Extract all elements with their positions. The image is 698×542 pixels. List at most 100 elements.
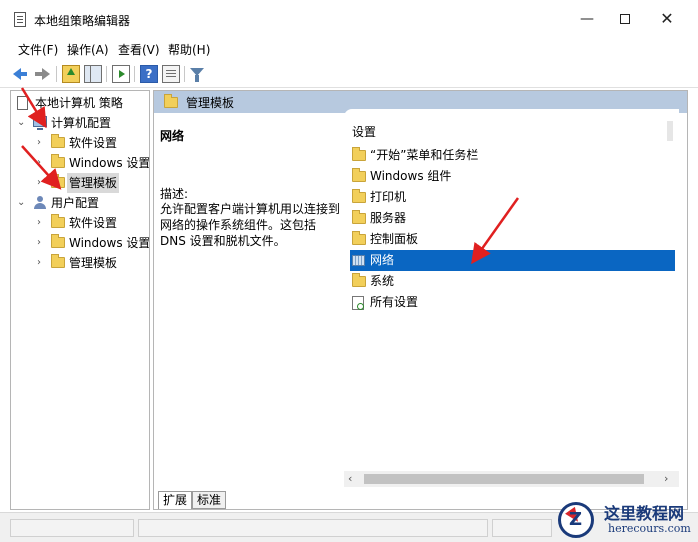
maximize-icon <box>620 14 630 24</box>
collapse-chevron-icon[interactable]: › <box>37 233 47 253</box>
status-segment <box>10 519 134 537</box>
toolbar-separator <box>56 66 57 82</box>
watermark-logo-letter: Z <box>569 509 583 530</box>
tree-item-label: Windows 设置 <box>69 156 150 170</box>
policy-document-icon <box>17 96 28 110</box>
collapse-chevron-icon[interactable]: › <box>37 173 47 193</box>
tab-standard[interactable]: 标准 <box>192 491 227 509</box>
list-item-system[interactable]: 系统 <box>350 271 675 292</box>
pane-header-title: 管理模板 <box>186 96 235 110</box>
tree-item-label: 软件设置 <box>69 216 118 230</box>
filter-icon[interactable] <box>190 68 204 82</box>
folder-icon <box>164 94 178 108</box>
folder-icon <box>352 168 366 182</box>
list-item-label: 系统 <box>370 274 395 288</box>
document-icon <box>14 12 26 27</box>
folder-icon <box>51 154 65 168</box>
column-header-settings[interactable]: 设置 <box>352 123 376 140</box>
horizontal-scroll-thumb[interactable] <box>364 474 644 484</box>
export-list-icon[interactable] <box>112 65 130 83</box>
title-bar: 本地组策略编辑器 — ✕ <box>0 0 698 38</box>
list-item-label: 网络 <box>370 253 395 267</box>
list-item-label: 打印机 <box>370 190 407 204</box>
list-item-start-menu[interactable]: “开始”菜单和任务栏 <box>350 145 675 166</box>
vertical-scroll-thumb[interactable] <box>667 121 673 141</box>
expand-chevron-icon[interactable]: ⌄ <box>17 193 27 213</box>
tree-item-label: 软件设置 <box>69 136 118 150</box>
help-icon[interactable]: ? <box>140 65 158 83</box>
list-item-network[interactable]: 网络 <box>350 250 675 271</box>
minimize-button[interactable]: — <box>572 8 602 30</box>
list-item-label: 所有设置 <box>370 295 419 309</box>
watermark-title: 这里教程网 <box>604 504 685 523</box>
scroll-left-icon[interactable]: ‹ <box>348 472 352 485</box>
folder-icon <box>352 210 366 224</box>
tree-item-windows-settings[interactable]: › Windows 设置 <box>15 153 149 173</box>
window-title: 本地组策略编辑器 <box>34 14 131 28</box>
description-title: 网络 <box>160 129 185 143</box>
toolbar-separator <box>106 66 107 82</box>
tree-item-admin-templates[interactable]: › 管理模板 <box>15 173 149 193</box>
folder-icon <box>352 189 366 203</box>
menu-view[interactable]: 查看(V) <box>118 41 160 58</box>
tree-item-label: 本地计算机 策略 <box>35 96 123 110</box>
scroll-right-icon[interactable]: › <box>664 472 668 485</box>
details-pane: 管理模板 网络 描述: 允许配置客户端计算机用以连接到网络的操作系统组件。这包括… <box>153 90 688 510</box>
tree-item-user-config[interactable]: ⌄ 用户配置 <box>15 193 149 213</box>
tree-item-label: 管理模板 <box>69 256 118 270</box>
list-item-all-settings[interactable]: 所有设置 <box>350 292 675 313</box>
tab-extended[interactable]: 扩展 <box>158 491 193 509</box>
collapse-chevron-icon[interactable]: › <box>37 213 47 233</box>
toolbar-separator <box>134 66 135 82</box>
up-folder-icon[interactable] <box>62 65 80 83</box>
collapse-chevron-icon[interactable]: › <box>37 253 47 273</box>
all-settings-icon <box>352 296 364 310</box>
vertical-scrollbar[interactable] <box>663 121 679 471</box>
user-icon <box>33 196 47 210</box>
forward-button[interactable] <box>34 65 52 83</box>
watermark-url: herecours.com <box>608 522 691 535</box>
close-button[interactable]: ✕ <box>652 8 682 30</box>
folder-icon <box>352 147 366 161</box>
folder-icon <box>352 231 366 245</box>
tree-item-computer-config[interactable]: ⌄ 计算机配置 <box>15 113 149 133</box>
collapse-chevron-icon[interactable]: › <box>37 153 47 173</box>
tree-item-user-software-settings[interactable]: › 软件设置 <box>15 213 149 233</box>
list-item-label: 服务器 <box>370 211 407 225</box>
expand-chevron-icon[interactable]: ⌄ <box>17 113 27 133</box>
properties-icon[interactable] <box>162 65 180 83</box>
maximize-button[interactable] <box>610 8 640 30</box>
tree-item-label: 用户配置 <box>51 196 100 210</box>
back-arrow-icon <box>13 68 27 80</box>
horizontal-scrollbar[interactable]: ‹ › <box>344 471 679 487</box>
list-item-windows-components[interactable]: Windows 组件 <box>350 166 675 187</box>
network-folder-icon <box>352 255 365 266</box>
tree-item-root[interactable]: 本地计算机 策略 <box>15 93 149 113</box>
list-item-label: Windows 组件 <box>370 169 452 183</box>
tree-item-user-admin-templates[interactable]: › 管理模板 <box>15 253 149 273</box>
description-text: 允许配置客户端计算机用以连接到网络的操作系统组件。这包括 DNS 设置和脱机文件… <box>160 202 341 248</box>
forward-arrow-icon <box>35 68 50 80</box>
collapse-chevron-icon[interactable]: › <box>37 133 47 153</box>
tree-item-label: Windows 设置 <box>69 236 150 250</box>
folder-icon <box>51 134 65 148</box>
back-button[interactable] <box>12 65 30 83</box>
list-item-control-panel[interactable]: 控制面板 <box>350 229 675 250</box>
computer-icon <box>33 116 47 130</box>
menu-action[interactable]: 操作(A) <box>67 41 109 58</box>
show-hide-pane-icon[interactable] <box>84 65 102 83</box>
watermark: Z 这里教程网 herecours.com <box>552 498 698 542</box>
list-item-label: 控制面板 <box>370 232 419 246</box>
list-item-server[interactable]: 服务器 <box>350 208 675 229</box>
menu-help[interactable]: 帮助(H) <box>168 41 210 58</box>
tree-item-software-settings[interactable]: › 软件设置 <box>15 133 149 153</box>
settings-list: 设置 “开始”菜单和任务栏 Windows 组件 打印机 服务器 控制面板 网络… <box>344 109 679 479</box>
list-item-label: “开始”菜单和任务栏 <box>370 148 479 162</box>
folder-icon <box>51 174 65 188</box>
folder-icon <box>352 273 366 287</box>
list-item-printers[interactable]: 打印机 <box>350 187 675 208</box>
tree-item-label: 管理模板 <box>67 173 120 193</box>
menu-file[interactable]: 文件(F) <box>18 41 58 58</box>
tree-item-user-windows-settings[interactable]: › Windows 设置 <box>15 233 149 253</box>
watermark-logo-icon: Z <box>558 502 594 538</box>
